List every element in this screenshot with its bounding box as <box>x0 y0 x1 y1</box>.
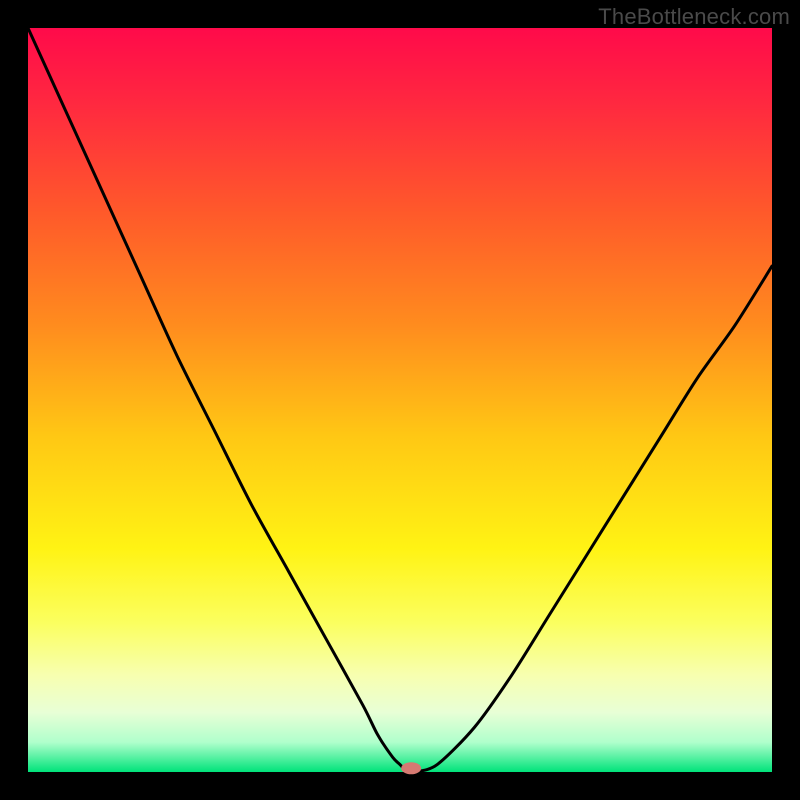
bottleneck-chart <box>0 0 800 800</box>
optimal-point-marker <box>401 762 421 774</box>
chart-stage: TheBottleneck.com <box>0 0 800 800</box>
watermark-text: TheBottleneck.com <box>598 4 790 30</box>
gradient-background <box>28 28 772 772</box>
